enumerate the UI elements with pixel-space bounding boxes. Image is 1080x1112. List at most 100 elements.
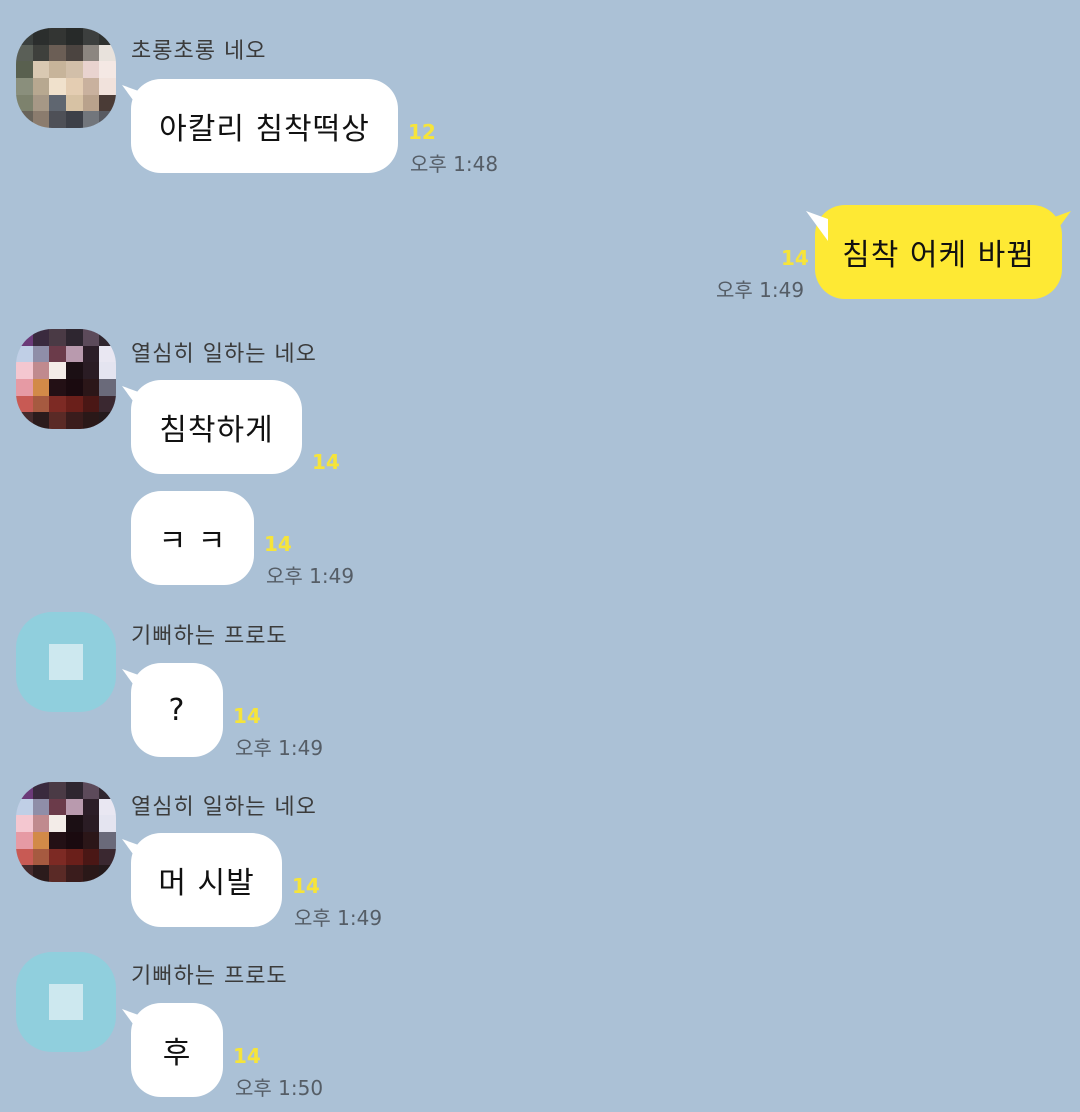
- mosaic-tile: [65, 378, 83, 396]
- mosaic-tile: [99, 94, 116, 112]
- message-bubble[interactable]: 머 시발: [131, 833, 282, 927]
- mosaic-tile: [16, 865, 33, 882]
- mosaic-tile: [16, 412, 33, 429]
- mosaic-tile: [16, 77, 33, 95]
- mosaic-tile: [49, 378, 66, 396]
- mosaic-tile: [99, 345, 116, 363]
- message-bubble[interactable]: ㅋ ㅋ: [131, 491, 254, 585]
- mosaic-tile: [65, 782, 83, 799]
- mosaic-tile: [65, 77, 83, 95]
- mosaic-tile: [32, 395, 50, 413]
- message-text: 아칼리 침착떡상: [159, 112, 370, 147]
- message-time: 오후 1:49: [294, 906, 383, 930]
- avatar[interactable]: [16, 952, 116, 1052]
- mosaic-tile: [82, 831, 100, 849]
- message-bubble[interactable]: 후: [131, 1003, 223, 1097]
- mosaic-tile: [16, 94, 33, 112]
- mosaic-tile: [82, 94, 100, 112]
- unread-count: 14: [264, 532, 292, 556]
- mosaic-tile: [32, 798, 50, 816]
- mosaic-tile: [16, 831, 33, 849]
- default-profile-icon: [49, 984, 83, 1020]
- mosaic-tile: [32, 412, 50, 429]
- message-time: 오후 1:50: [235, 1076, 324, 1100]
- mosaic-tile: [65, 798, 83, 816]
- mosaic-tile: [99, 848, 116, 866]
- unread-count: 14: [233, 1044, 261, 1068]
- unread-count: 14: [312, 450, 340, 474]
- mosaic-tile: [99, 61, 116, 78]
- mosaic-tile: [16, 378, 33, 396]
- message-time: 오후 1:48: [410, 152, 499, 176]
- mosaic-tile: [49, 44, 66, 62]
- my-message-bubble[interactable]: 침착 어케 바뀜: [815, 205, 1062, 299]
- message-text: ㅋ ㅋ: [158, 524, 227, 559]
- message-text: ?: [168, 692, 186, 728]
- mosaic-tile: [32, 848, 50, 866]
- sender-name: 초롱초롱 네오: [131, 39, 267, 64]
- mosaic-tile: [32, 831, 50, 849]
- mosaic-tile: [16, 798, 33, 816]
- mosaic-tile: [82, 412, 100, 429]
- mosaic-tile: [82, 798, 100, 816]
- mosaic-tile: [49, 111, 66, 128]
- sender-name: 열심히 일하는 네오: [131, 795, 317, 820]
- mosaic-tile: [32, 61, 50, 78]
- mosaic-tile: [65, 848, 83, 866]
- mosaic-tile: [16, 111, 33, 128]
- mosaic-tile: [16, 345, 33, 363]
- message-text: 침착 어케 바뀜: [842, 238, 1035, 273]
- message-bubble[interactable]: 아칼리 침착떡상: [131, 79, 398, 173]
- mosaic-tile: [99, 798, 116, 816]
- mosaic-tile: [82, 345, 100, 363]
- mosaic-tile: [49, 395, 66, 413]
- mosaic-tile: [65, 412, 83, 429]
- mosaic-tile: [82, 77, 100, 95]
- mosaic-tile: [65, 28, 83, 45]
- default-profile-icon: [49, 644, 83, 680]
- message-text: 침착하게: [159, 413, 274, 448]
- mosaic-tile: [82, 865, 100, 882]
- mosaic-tile: [49, 61, 66, 78]
- mosaic-tile: [16, 815, 33, 832]
- message-text: 후: [162, 1036, 192, 1071]
- mosaic-tile: [82, 782, 100, 799]
- mosaic-tile: [82, 848, 100, 866]
- avatar[interactable]: [16, 329, 116, 429]
- mosaic-tile: [82, 378, 100, 396]
- message-text: 머 시발: [158, 866, 255, 901]
- mosaic-tile: [49, 782, 66, 799]
- mosaic-tile: [99, 865, 116, 882]
- mosaic-tile: [65, 395, 83, 413]
- mosaic-tile: [99, 329, 116, 346]
- mosaic-tile: [99, 412, 116, 429]
- unread-count: 14: [233, 704, 261, 728]
- mosaic-tile: [65, 362, 83, 379]
- message-bubble[interactable]: ?: [131, 663, 223, 757]
- mosaic-tile: [32, 28, 50, 45]
- mosaic-tile: [16, 61, 33, 78]
- mosaic-tile: [49, 815, 66, 832]
- avatar[interactable]: [16, 612, 116, 712]
- mosaic-tile: [32, 111, 50, 128]
- sender-name: 기뻐하는 프로도: [131, 964, 288, 989]
- mosaic-tile: [65, 111, 83, 128]
- mosaic-tile: [16, 28, 33, 45]
- mosaic-tile: [49, 848, 66, 866]
- mosaic-tile: [99, 782, 116, 799]
- avatar[interactable]: [16, 782, 116, 882]
- mosaic-tile: [32, 329, 50, 346]
- mosaic-tile: [32, 378, 50, 396]
- avatar[interactable]: [16, 28, 116, 128]
- message-bubble[interactable]: 침착하게: [131, 380, 302, 474]
- mosaic-tile: [65, 345, 83, 363]
- mosaic-tile: [65, 831, 83, 849]
- mosaic-tile: [49, 831, 66, 849]
- unread-count: 14: [781, 246, 809, 270]
- avatar-pixelated-image: [16, 782, 116, 882]
- mosaic-tile: [32, 345, 50, 363]
- mosaic-tile: [99, 77, 116, 95]
- mosaic-tile: [82, 44, 100, 62]
- mosaic-tile: [32, 94, 50, 112]
- mosaic-tile: [32, 815, 50, 832]
